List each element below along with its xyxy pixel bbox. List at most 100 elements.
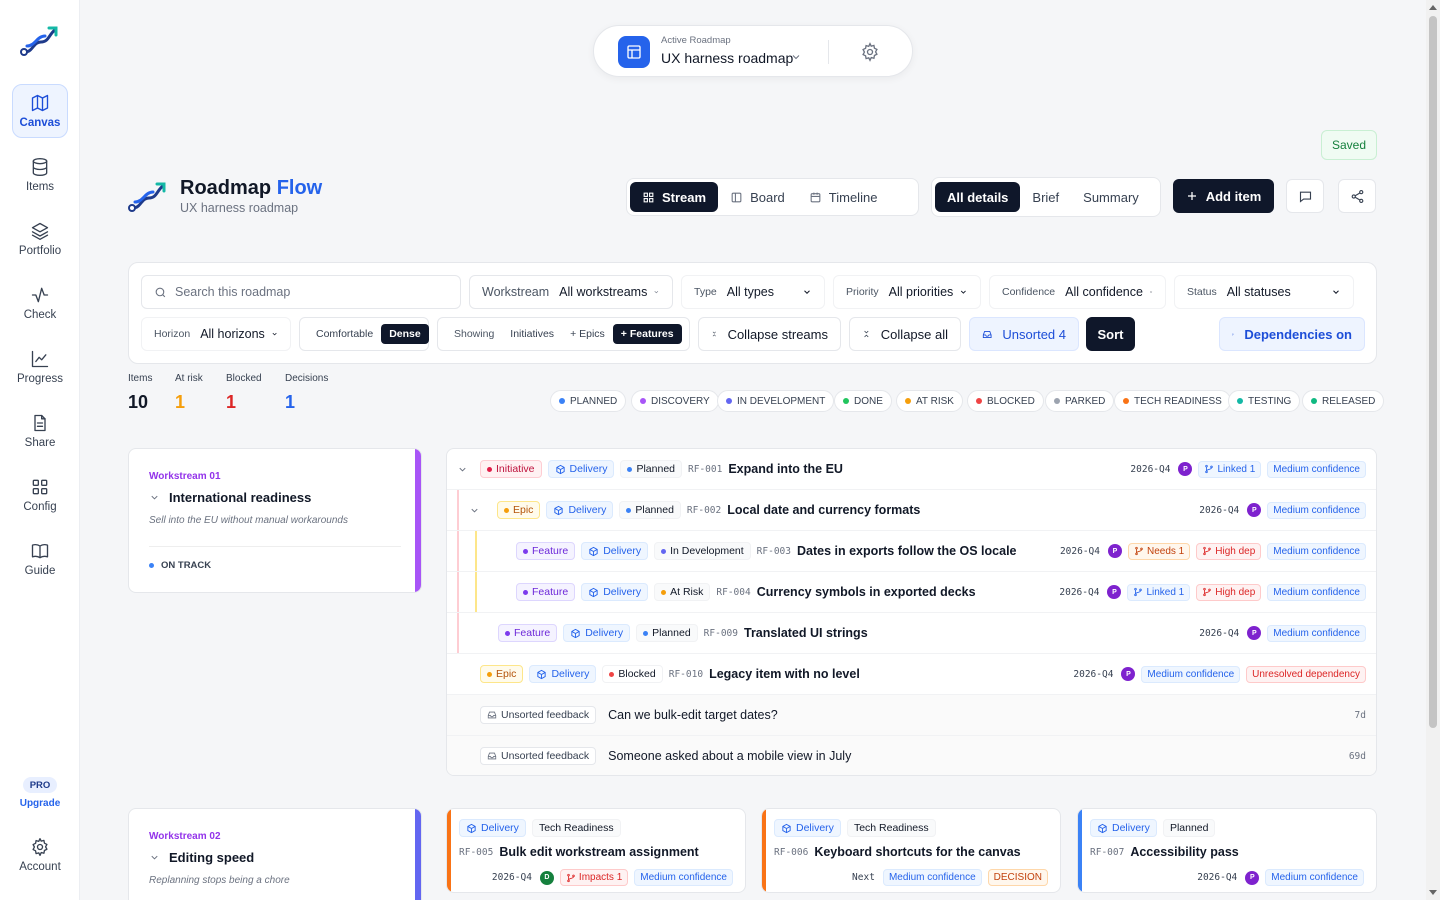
tab-label: Stream: [662, 189, 707, 205]
workstream-title[interactable]: Editing speed: [149, 850, 254, 865]
sort-button[interactable]: Sort: [1086, 317, 1135, 351]
upgrade-link[interactable]: Upgrade: [0, 798, 80, 809]
hierarchy-line: [457, 572, 459, 612]
confidence-badge: Medium confidence: [634, 869, 733, 886]
feedback-badge: Unsorted feedback: [480, 747, 597, 765]
showing-label: Showing: [454, 328, 495, 340]
confidence-filter[interactable]: Confidence All confidence: [989, 275, 1166, 309]
nav-check[interactable]: Check: [12, 276, 68, 330]
linked-badge[interactable]: Linked 1: [1198, 460, 1262, 478]
scroll-down-arrow-icon[interactable]: [1429, 890, 1437, 895]
density-comfortable[interactable]: Comfortable: [308, 324, 381, 344]
table-row[interactable]: Feature Delivery Planned RF-009 Translat…: [447, 613, 1376, 654]
avatar: P: [1178, 462, 1193, 476]
chevron-down-icon[interactable]: [457, 464, 468, 475]
avatar: P: [1121, 667, 1136, 681]
nav-progress[interactable]: Progress: [12, 340, 68, 394]
view-switcher: Stream Board Timeline: [626, 178, 919, 216]
collapse-icon: [864, 330, 869, 338]
stat-items: Items 10: [128, 373, 152, 413]
item-card[interactable]: Delivery Tech Readiness RF-005 Bulk edit …: [446, 808, 746, 893]
priority-filter[interactable]: Priority All priorities: [833, 275, 981, 309]
workstream-filter[interactable]: Workstream All workstreams: [469, 275, 673, 309]
feedback-row[interactable]: Unsorted feedback Can we bulk-edit targe…: [447, 695, 1376, 736]
table-row[interactable]: Epic Delivery Planned RF-002 Local date …: [447, 490, 1376, 531]
add-item-button[interactable]: Add item: [1173, 179, 1274, 213]
item-title: Translated UI strings: [744, 626, 868, 640]
avatar: P: [1245, 870, 1260, 885]
share-icon: [1351, 189, 1363, 203]
share-button[interactable]: [1338, 179, 1376, 213]
workstream-card[interactable]: Workstream 02 Editing speed Replanning s…: [128, 808, 422, 900]
detail-all-tab[interactable]: All details: [935, 182, 1021, 212]
stream-badge: Delivery: [581, 583, 649, 601]
item-code: RF-007: [1090, 846, 1125, 858]
view-board-tab[interactable]: Board: [718, 182, 797, 212]
chevron-down-icon[interactable]: [469, 505, 480, 516]
nav-guide[interactable]: Guide: [12, 532, 68, 586]
view-stream-tab[interactable]: Stream: [630, 182, 719, 212]
workstream-status-text: ON TRACK: [161, 560, 212, 571]
table-row[interactable]: Initiative Delivery Planned RF-001 Expan…: [447, 449, 1376, 490]
nav-config[interactable]: Config: [12, 468, 68, 522]
showing-epics[interactable]: + Epics: [562, 324, 613, 344]
item-code: RF-004: [716, 586, 751, 598]
collapse-streams-button[interactable]: Collapse streams: [698, 317, 841, 351]
table-row[interactable]: Feature Delivery In Development RF-003 D…: [447, 531, 1376, 572]
roadmap-settings-gear-icon[interactable]: [860, 42, 880, 62]
collapse-all-button[interactable]: Collapse all: [849, 317, 961, 351]
active-roadmap-switcher[interactable]: Active Roadmap UX harness roadmap: [593, 25, 913, 77]
workstream-title[interactable]: International readiness: [149, 490, 311, 505]
item-card[interactable]: Delivery Tech Readiness RF-006 Keyboard s…: [761, 808, 1061, 893]
legend-released: RELEASED: [1302, 390, 1385, 412]
scroll-thumb[interactable]: [1429, 16, 1437, 728]
nav-canvas[interactable]: Canvas: [12, 84, 68, 138]
nav-items[interactable]: Items: [12, 148, 68, 202]
table-row[interactable]: Epic Delivery Blocked RF-010 Legacy item…: [447, 654, 1376, 695]
item-title: Bulk edit workstream assignment: [499, 845, 699, 859]
item-code: RF-003: [756, 545, 791, 557]
app-logo-icon[interactable]: [19, 22, 61, 58]
chevron-down-icon: [961, 290, 967, 294]
quarter: 2026-Q4: [1059, 545, 1100, 557]
dependencies-toggle[interactable]: Dependencies on: [1219, 317, 1365, 351]
status-filter[interactable]: Status All statuses: [1174, 275, 1354, 309]
card-status-bar: [1078, 809, 1082, 892]
needs-badge[interactable]: Needs 1: [1128, 542, 1191, 560]
stream-badge: Delivery: [546, 501, 614, 519]
item-code: RF-010: [668, 668, 704, 680]
scroll-up-arrow-icon[interactable]: [1429, 5, 1437, 10]
status-badge: Planned: [636, 624, 698, 642]
legend-at-risk: AT RISK: [896, 390, 963, 412]
nav-account[interactable]: Account: [12, 826, 68, 884]
view-timeline-tab[interactable]: Timeline: [797, 182, 890, 212]
activity-icon: [31, 287, 49, 303]
workstream-card[interactable]: Workstream 01 International readiness Se…: [128, 448, 422, 593]
type-filter[interactable]: Type All types: [681, 275, 825, 309]
impacts-badge[interactable]: Impacts 1: [559, 869, 629, 886]
quarter: 2026-Q4: [1130, 463, 1171, 475]
showing-features[interactable]: + Features: [612, 324, 682, 344]
table-row[interactable]: Feature Delivery At Risk RF-004 Currency…: [447, 572, 1376, 613]
nav-share[interactable]: Share: [12, 404, 68, 458]
showing-initiatives[interactable]: Initiatives: [502, 324, 562, 344]
comments-button[interactable]: [1286, 179, 1324, 213]
detail-brief-tab[interactable]: Brief: [1020, 182, 1071, 212]
detail-summary-tab[interactable]: Summary: [1071, 182, 1151, 212]
chevron-down-icon: [792, 55, 800, 60]
density-dense[interactable]: Dense: [381, 324, 429, 344]
unsorted-button[interactable]: Unsorted 4: [969, 317, 1079, 351]
confidence-badge: Medium confidence: [1267, 624, 1366, 642]
feedback-row[interactable]: Unsorted feedback Someone asked about a …: [447, 736, 1376, 775]
stat-label: Items: [128, 373, 153, 384]
linked-badge[interactable]: Linked 1: [1127, 583, 1191, 601]
item-card[interactable]: Delivery Planned RF-007 Accessibility pas…: [1077, 808, 1377, 893]
search-input[interactable]: Search this roadmap: [141, 275, 461, 309]
horizon-filter[interactable]: Horizon All horizons: [141, 317, 291, 351]
nav-portfolio[interactable]: Portfolio: [12, 212, 68, 266]
page-scrollbar[interactable]: [1426, 0, 1440, 900]
nav-label: Canvas: [19, 117, 61, 129]
filter-label: Type: [694, 286, 717, 298]
chevron-down-icon: [1333, 290, 1339, 294]
feedback-text: Someone asked about a mobile view in Jul…: [608, 749, 852, 763]
